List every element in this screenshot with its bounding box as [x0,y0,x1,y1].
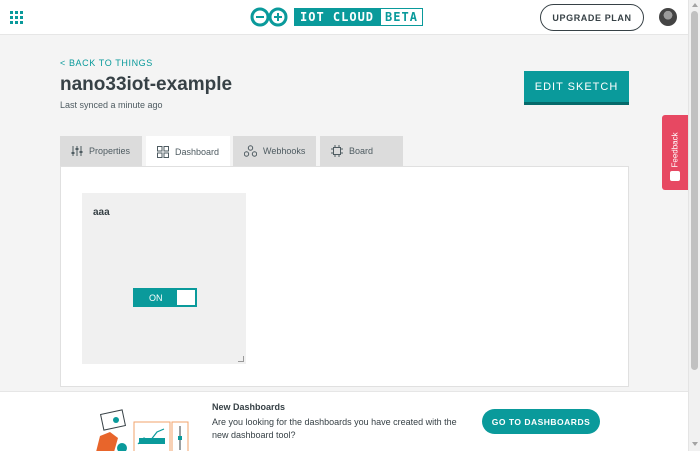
tab-webhooks[interactable]: Webhooks [233,136,316,166]
tab-dashboard[interactable]: Dashboard [146,136,230,167]
last-synced-text: Last synced a minute ago [60,100,163,110]
toggle-knob [177,290,195,305]
feedback-face-icon [670,171,680,181]
resize-handle-icon[interactable] [238,356,244,362]
back-to-things-link[interactable]: < BACK TO THINGS [60,58,153,68]
banner-text: Are you looking for the dashboards you h… [212,417,457,440]
widget-title: aaa [93,207,110,218]
iot-cloud-logo[interactable]: IOT CLOUD BETA [249,7,423,27]
feedback-tab[interactable]: Feedback [662,115,688,190]
page-scrollbar[interactable] [688,0,700,451]
tab-properties[interactable]: Properties [60,136,142,166]
dashboard-grid-icon [157,145,169,158]
tab-label: Dashboard [175,146,220,157]
new-dashboards-banner: New Dashboards Are you looking for the d… [0,391,688,451]
dashboard-illustration-icon [96,409,189,451]
tab-label: Board [349,146,374,156]
apps-grid-icon[interactable] [10,11,23,24]
scroll-up-arrow-icon[interactable] [692,3,698,7]
webhooks-icon [244,145,257,157]
page-title: nano33iot-example [60,74,233,95]
user-avatar[interactable] [659,8,677,26]
beta-badge: BETA [380,8,423,26]
switch-widget[interactable]: aaa ON [82,193,246,364]
top-header: IOT CLOUD BETA UPGRADE PLAN [0,0,688,35]
arduino-infinity-icon [250,7,288,27]
scrollbar-thumb[interactable] [691,11,698,370]
on-off-toggle[interactable]: ON [133,288,197,307]
tab-label: Properties [89,146,131,156]
chip-icon [331,145,343,157]
edit-sketch-button[interactable]: EDIT SKETCH [524,71,629,102]
brand-label: IOT CLOUD [294,8,381,26]
toggle-state-label: ON [149,292,163,303]
tab-label: Webhooks [263,146,306,156]
upgrade-plan-button[interactable]: UPGRADE PLAN [540,4,644,31]
sliders-icon [71,145,83,157]
tab-board[interactable]: Board [320,136,403,166]
banner-title: New Dashboards [212,402,286,412]
go-to-dashboards-button[interactable]: GO TO DASHBOARDS [482,409,600,434]
scroll-down-arrow-icon[interactable] [692,442,698,446]
feedback-label: Feedback [670,132,680,168]
